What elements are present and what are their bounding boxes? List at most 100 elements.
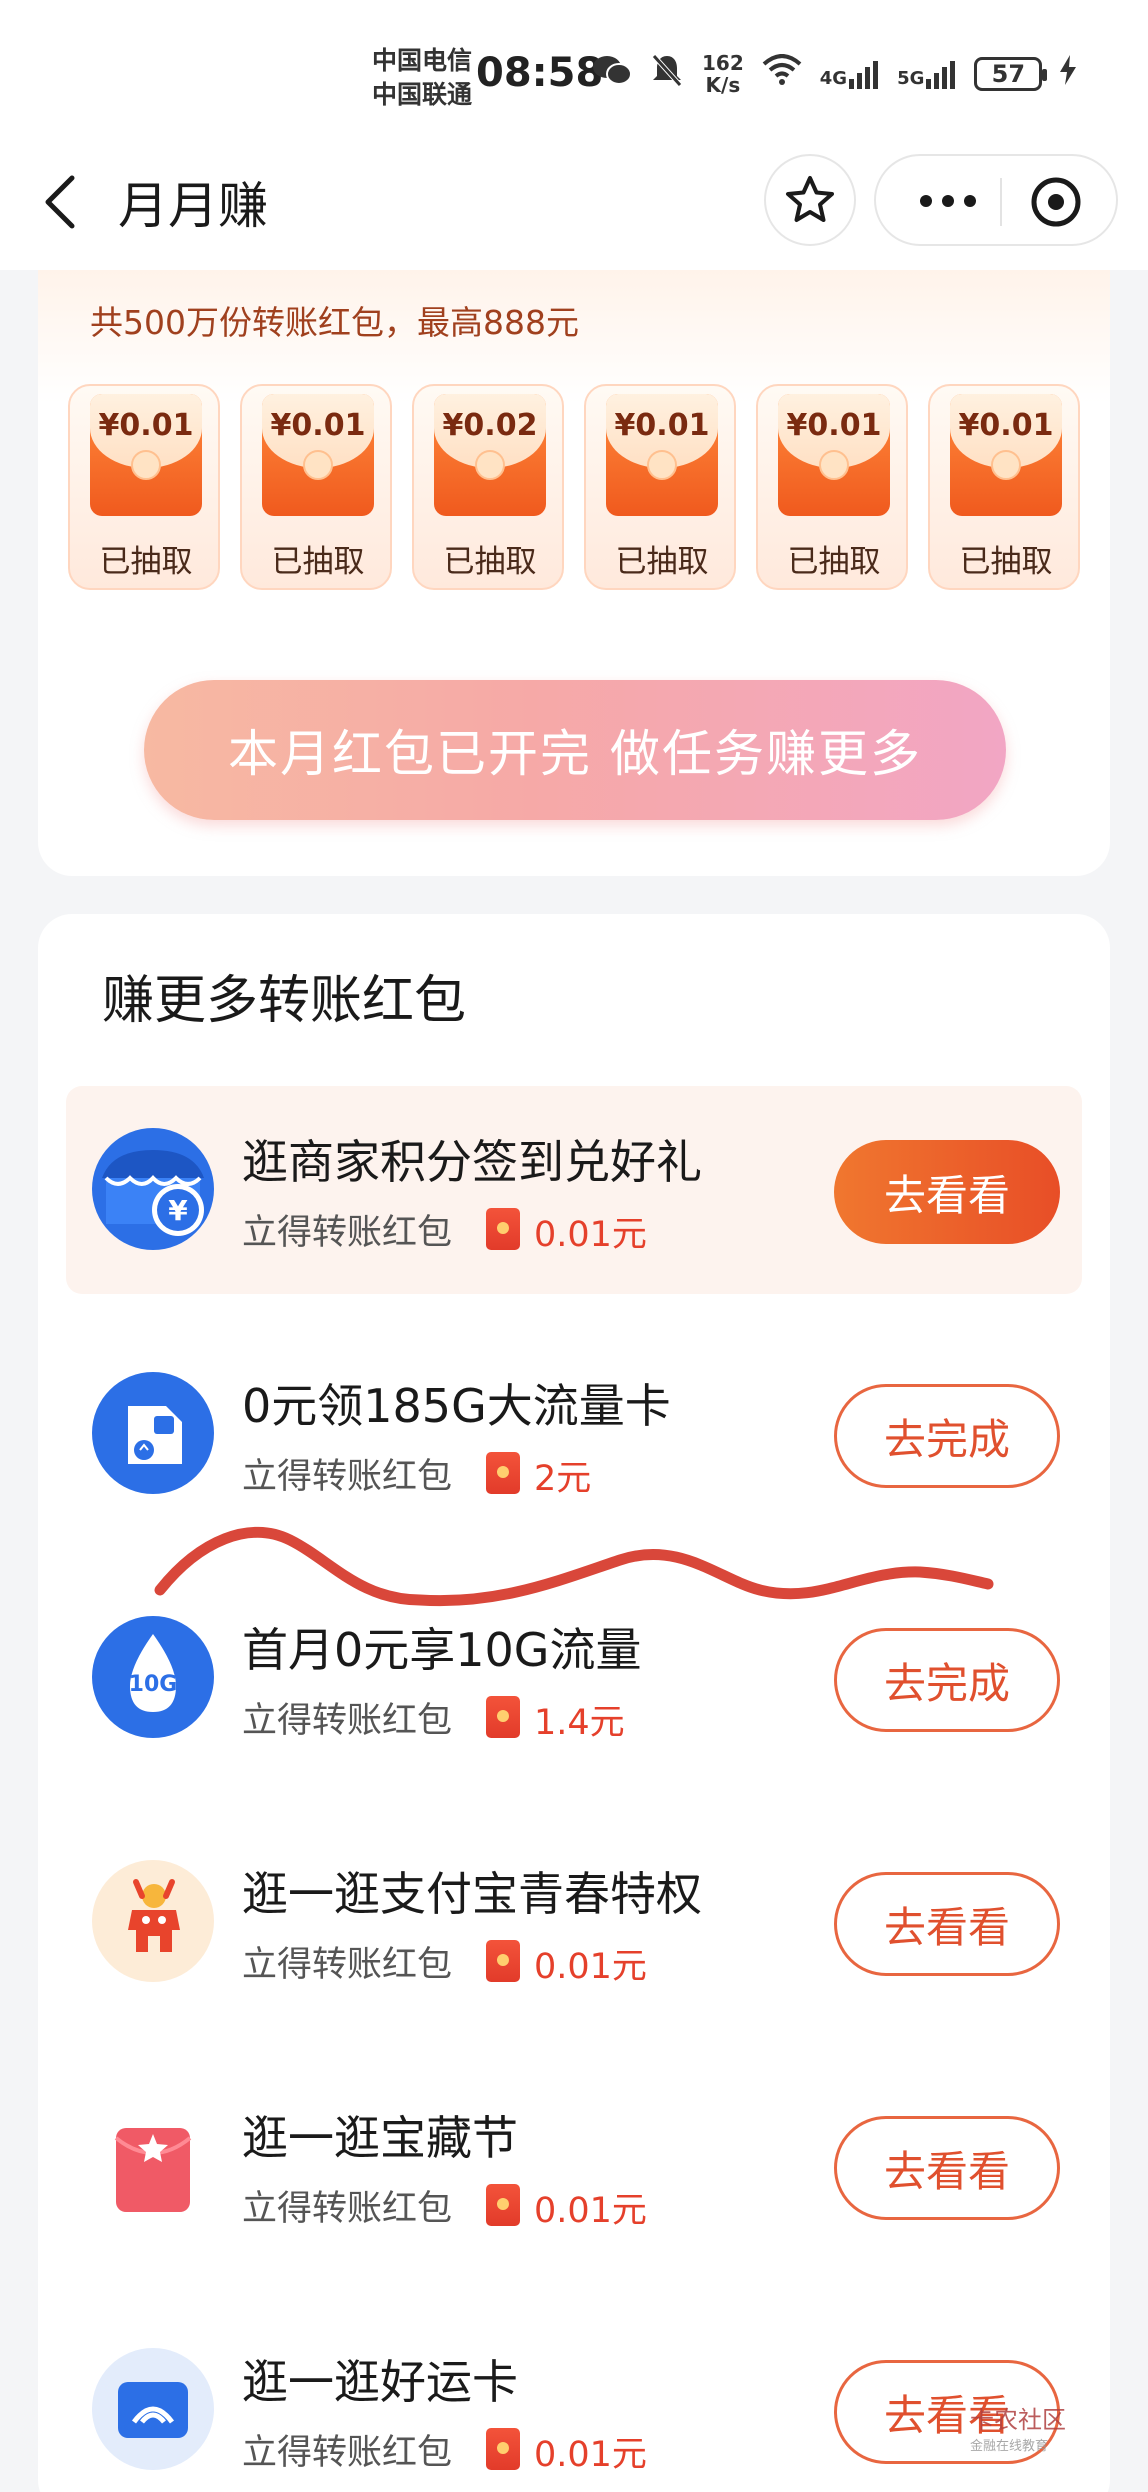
task-name: 首月0元享10G流量 [242, 1623, 642, 1677]
task-action-button[interactable]: 去看看 [834, 1140, 1060, 1244]
wifi-icon [762, 54, 802, 94]
section-title: 赚更多转账红包 [102, 971, 467, 1031]
battery-indicator: 57 [974, 57, 1048, 91]
task-action-button[interactable]: 去完成 [834, 1628, 1060, 1732]
envelope-status: 已抽取 [99, 544, 193, 580]
task-subtitle: 立得转账红包 [242, 1457, 453, 1497]
envelope-amount: ¥0.01 [786, 408, 882, 443]
envelope-status: 已抽取 [443, 544, 537, 580]
envelope-item[interactable]: ¥0.01 已抽取 [68, 384, 220, 590]
net-speed: 162 K/s [702, 52, 744, 96]
task-name: 逛一逛好运卡 [242, 2355, 518, 2409]
envelope-amount: ¥0.01 [614, 408, 710, 443]
task-reward: 0.01元 [534, 2435, 647, 2475]
shop-yuan-icon: ¥ [92, 1128, 214, 1250]
signal-5g-label: 5G [897, 68, 925, 89]
net-speed-unit: K/s [705, 73, 741, 97]
svg-text:¥: ¥ [168, 1194, 188, 1227]
envelope-coin-icon [303, 450, 333, 480]
signal-bars-icon [926, 61, 956, 89]
envelope-amount: ¥0.02 [442, 408, 538, 443]
treasure-envelope-icon [92, 2104, 214, 2226]
sim-card-icon [92, 1372, 214, 1494]
task-row[interactable]: 10G 首月0元享10G流量 立得转账红包 1.4元 去完成 [66, 1574, 1082, 1782]
task-row[interactable]: 0元领185G大流量卡 立得转账红包 2元 去完成 [66, 1330, 1082, 1538]
red-packet-icon [486, 1208, 520, 1250]
red-packet-icon [486, 2184, 520, 2226]
task-reward: 0.01元 [534, 1947, 647, 1987]
task-name: 0元领185G大流量卡 [242, 1379, 671, 1433]
favorite-button[interactable] [764, 154, 856, 246]
envelope-coin-icon [647, 450, 677, 480]
task-subtitle: 立得转账红包 [242, 1945, 453, 1985]
envelope-amount: ¥0.01 [270, 408, 366, 443]
lucky-card-icon [92, 2348, 214, 2470]
task-reward: 2元 [534, 1459, 592, 1499]
signal-4g: 4G [820, 59, 879, 89]
envelope-item[interactable]: ¥0.02 已抽取 [412, 384, 564, 590]
charging-icon [1060, 55, 1077, 93]
watermark-logo: 卡农社区 金融在线教育 [970, 2400, 1066, 2454]
task-row[interactable]: 逛一逛宝藏节 立得转账红包 0.01元 去看看 [66, 2062, 1082, 2270]
carrier-2: 中国联通 [372, 80, 473, 109]
carrier-names: 中国电信 中国联通 [372, 44, 472, 112]
signal-4g-label: 4G [819, 68, 848, 89]
card-subtitle: 共500万份转账红包，最高888元 [90, 303, 579, 342]
task-subtitle: 立得转账红包 [242, 1213, 453, 1253]
envelope-amount: ¥0.01 [958, 408, 1054, 443]
envelope-item[interactable]: ¥0.01 已抽取 [756, 384, 908, 590]
task-name: 逛商家积分签到兑好礼 [242, 1135, 702, 1189]
envelope-amount: ¥0.01 [98, 408, 194, 443]
envelope-coin-icon [991, 450, 1021, 480]
envelope-item[interactable]: ¥0.01 已抽取 [240, 384, 392, 590]
carrier-1: 中国电信 [372, 46, 473, 75]
task-row[interactable]: 逛一逛支付宝青春特权 立得转账红包 0.01元 去看看 [66, 1818, 1082, 2026]
data-drop-label: 10G [128, 1672, 178, 1697]
youth-mascot-icon [92, 1860, 214, 1982]
envelope-coin-icon [475, 450, 505, 480]
data-drop-icon: 10G [92, 1616, 214, 1738]
task-row[interactable]: 逛一逛好运卡 立得转账红包 0.01元 去看看 [66, 2306, 1082, 2492]
close-target-icon[interactable] [1030, 176, 1082, 228]
page-title: 月月赚 [118, 177, 268, 235]
task-reward: 1.4元 [534, 1703, 625, 1743]
mute-bell-icon [650, 52, 684, 96]
task-reward: 0.01元 [534, 2191, 647, 2231]
star-icon [786, 176, 834, 222]
red-packet-icon [486, 2428, 520, 2470]
watermark-text: 卡农社区 [970, 2406, 1066, 2434]
task-action-button[interactable]: 去看看 [834, 2116, 1060, 2220]
status-icons: 162 K/s 4G 5G 57 [592, 52, 1077, 96]
task-name: 逛一逛宝藏节 [242, 2111, 518, 2165]
task-subtitle: 立得转账红包 [242, 1701, 453, 1741]
signal-bars-icon [849, 61, 879, 89]
earn-more-button[interactable]: 本月红包已开完 做任务赚更多 [144, 680, 1006, 820]
task-subtitle: 立得转账红包 [242, 2433, 453, 2473]
envelope-item[interactable]: ¥0.01 已抽取 [584, 384, 736, 590]
red-packet-icon [486, 1940, 520, 1982]
more-dots-icon[interactable] [916, 184, 980, 218]
task-action-button[interactable]: 去完成 [834, 1384, 1060, 1488]
task-row[interactable]: ¥ 逛商家积分签到兑好礼 立得转账红包 0.01元 去看看 [66, 1086, 1082, 1294]
watermark-subtext: 金融在线教育 [970, 2439, 1049, 2454]
envelope-item[interactable]: ¥0.01 已抽取 [928, 384, 1080, 590]
envelope-status: 已抽取 [271, 544, 365, 580]
red-packet-icon [486, 1452, 520, 1494]
envelope-status: 已抽取 [615, 544, 709, 580]
task-reward: 0.01元 [534, 1215, 647, 1255]
net-speed-value: 162 [702, 51, 744, 75]
signal-5g: 5G [897, 59, 956, 89]
miniapp-capsule [874, 154, 1118, 246]
back-arrow-icon[interactable] [38, 172, 88, 232]
capsule-divider [1000, 178, 1002, 226]
envelope-coin-icon [131, 450, 161, 480]
task-name: 逛一逛支付宝青春特权 [242, 1867, 702, 1921]
envelope-coin-icon [819, 450, 849, 480]
task-subtitle: 立得转账红包 [242, 2189, 453, 2229]
envelope-status: 已抽取 [787, 544, 881, 580]
envelope-row: ¥0.01 已抽取 ¥0.01 已抽取 ¥0.02 已抽取 ¥0.01 已抽取 … [68, 384, 1080, 590]
wechat-icon [592, 53, 632, 95]
clock: 08:58 [476, 50, 604, 96]
envelope-status: 已抽取 [959, 544, 1053, 580]
task-action-button[interactable]: 去看看 [834, 1872, 1060, 1976]
